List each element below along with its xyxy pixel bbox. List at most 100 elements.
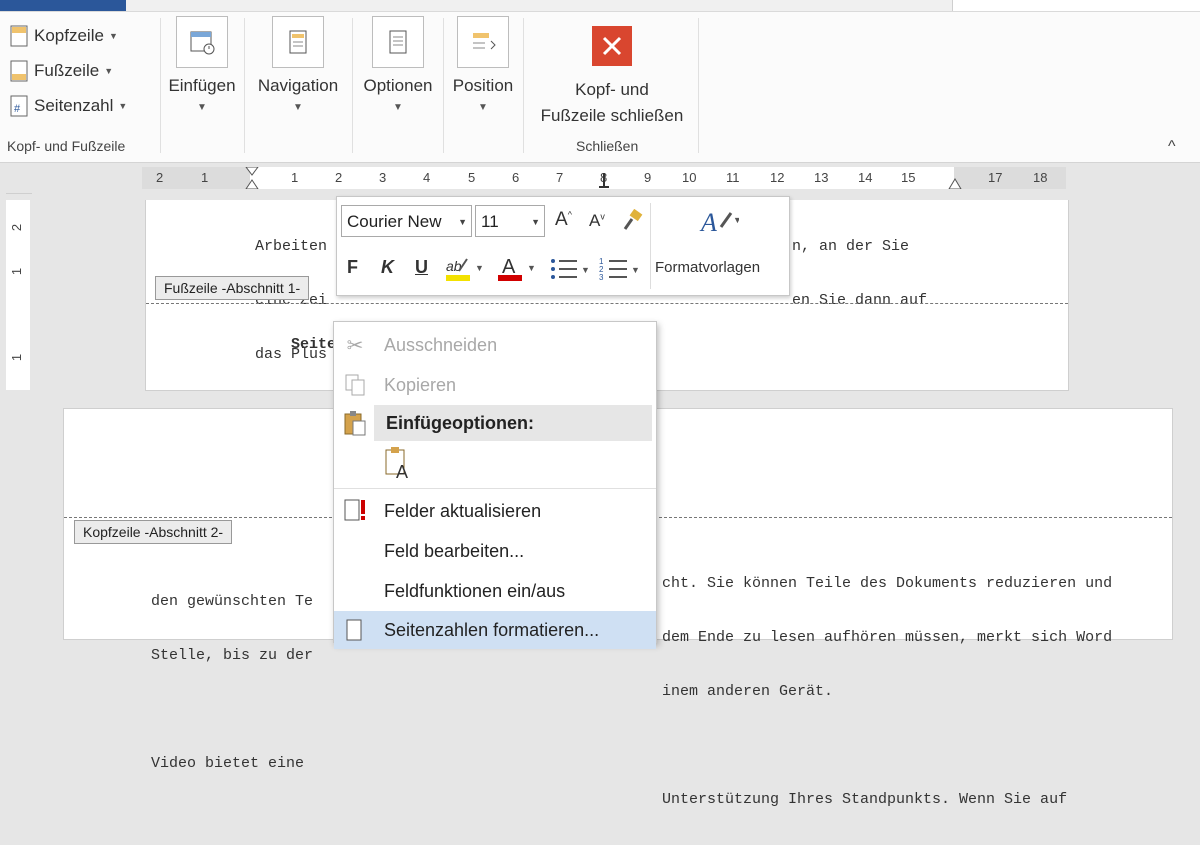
- ruler-tick: 10: [682, 170, 697, 185]
- text-line: Arbeiten: [255, 238, 328, 255]
- italic-button[interactable]: K: [381, 257, 394, 278]
- footer-separator: [146, 303, 1068, 304]
- options-button[interactable]: Optionen ▼: [356, 16, 440, 113]
- menu-item-label: Seitenzahlen formatieren...: [384, 619, 600, 640]
- body-text-right: n, an der Sie en Sie dann auf: [792, 202, 927, 346]
- update-fields-icon: [342, 497, 368, 525]
- svg-text:▼: ▼: [581, 265, 590, 275]
- position-icon: [457, 16, 509, 68]
- ruler-tick: 1: [201, 170, 209, 185]
- chevron-down-icon: ▼: [478, 102, 488, 113]
- svg-text:▼: ▼: [733, 215, 739, 225]
- underline-button[interactable]: U: [415, 257, 428, 278]
- vruler-tick: 1: [9, 353, 25, 362]
- font-size-combo[interactable]: 11 ▼: [475, 205, 545, 237]
- ruler-tick: 14: [858, 170, 873, 185]
- shrink-font-icon: Av: [589, 211, 605, 230]
- page-number-dropdown-button[interactable]: # Seitenzahl ▼: [10, 92, 127, 120]
- ruler-tick: 13: [814, 170, 829, 185]
- header-section-tag: Kopfzeile -Abschnitt 2-: [74, 520, 233, 544]
- menu-item-label: Feld bearbeiten...: [384, 540, 525, 561]
- ruler-tick: 7: [556, 170, 564, 185]
- ruler-tick: 9: [644, 170, 652, 185]
- bullets-icon: ▼: [551, 259, 590, 279]
- clipboard-icon: [342, 409, 368, 437]
- insert-button[interactable]: Einfügen ▼: [162, 16, 242, 113]
- group-divider: [443, 18, 444, 153]
- text-line: Unterstützung Ihres Standpunkts. Wenn Si…: [662, 791, 1068, 808]
- active-tab-accent[interactable]: [0, 0, 126, 11]
- svg-text:3: 3: [599, 273, 604, 282]
- body-text-right: cht. Sie können Teile des Dokuments redu…: [662, 539, 1112, 845]
- vruler-tick: 1: [9, 267, 25, 276]
- menu-item-label: Ausschneiden: [384, 334, 498, 355]
- numbering-button[interactable]: 1 2 3 ▼: [599, 255, 641, 289]
- menu-item-label: Felder aktualisieren: [384, 500, 542, 521]
- svg-text:A: A: [699, 208, 717, 237]
- menu-item-update-fields[interactable]: Felder aktualisieren: [334, 492, 656, 530]
- font-name-combo[interactable]: Courier New ▼: [341, 205, 472, 237]
- group-divider: [523, 18, 524, 153]
- bullets-button[interactable]: ▼: [549, 255, 591, 289]
- shrink-font-button[interactable]: Av: [589, 211, 605, 231]
- ruler-tick: 6: [512, 170, 520, 185]
- chevron-down-icon: ▼: [108, 31, 118, 41]
- footer-label: Fußzeile: [34, 61, 100, 80]
- copy-icon: [342, 371, 368, 399]
- right-indent-marker-icon[interactable]: [948, 175, 962, 194]
- ruler-tick: 12: [770, 170, 785, 185]
- text-line: Stelle, bis zu der: [151, 647, 314, 664]
- chevron-down-icon: ▼: [393, 102, 403, 113]
- footer-icon: [10, 60, 28, 82]
- ruler-tick: 1: [291, 170, 299, 185]
- font-color-button[interactable]: A ▼: [497, 253, 537, 289]
- indent-marker-icon[interactable]: [245, 166, 259, 194]
- bold-button[interactable]: F: [347, 257, 358, 278]
- page-number-label: Seitenzahl: [34, 96, 114, 115]
- paste-keep-text-only-button[interactable]: A: [382, 446, 418, 482]
- chevron-down-icon: ▼: [458, 217, 467, 227]
- position-button[interactable]: Position ▼: [446, 16, 520, 113]
- navigation-button[interactable]: Navigation ▼: [248, 16, 348, 113]
- group-divider: [698, 18, 699, 153]
- group-divider: [244, 18, 245, 153]
- styles-button[interactable]: A ▼: [699, 205, 742, 243]
- tab-strip: [0, 0, 1200, 12]
- font-color-icon: A ▼: [498, 256, 536, 281]
- menu-item-copy[interactable]: Kopieren: [334, 366, 656, 404]
- menu-item-toggle-field-codes[interactable]: Feldfunktionen ein/aus: [334, 572, 656, 610]
- position-label: Position: [452, 76, 514, 95]
- highlight-button[interactable]: ab ▼: [445, 253, 485, 289]
- chevron-down-icon: ▼: [197, 102, 207, 113]
- menu-item-cut[interactable]: ✂ Ausschneiden: [334, 326, 656, 364]
- ruler-tick: 4: [423, 170, 431, 185]
- close-group-label: Schließen: [576, 138, 639, 154]
- format-painter-icon: [623, 208, 643, 230]
- header-dropdown-button[interactable]: Kopfzeile ▼: [10, 22, 118, 50]
- vruler-tick: 2: [9, 223, 25, 232]
- menu-item-format-page-numbers[interactable]: Seitenzahlen formatieren...: [334, 611, 656, 649]
- text-line: en Sie dann auf: [792, 292, 928, 309]
- page-number-icon: #: [10, 95, 28, 117]
- ruler-tick: 18: [1033, 170, 1048, 185]
- highlighter-icon: ab ▼: [446, 258, 484, 281]
- collapse-ribbon-icon[interactable]: ^: [1168, 138, 1176, 156]
- ruler-bar[interactable]: 2 1 1 2 3 4 5 6 7 8 9 10 11 12 13 14 15 …: [142, 166, 1066, 190]
- format-painter-button[interactable]: [621, 208, 643, 239]
- options-icon: [372, 16, 424, 68]
- footer-section-tag: Fußzeile -Abschnitt 1-: [155, 276, 310, 300]
- grow-font-icon: A^: [555, 209, 572, 230]
- navigation-label: Navigation: [257, 76, 339, 95]
- menu-item-label: Kopieren: [384, 374, 457, 395]
- close-header-footer-button[interactable]: Kopf- und Fußzeile schließen: [528, 26, 696, 126]
- menu-divider: [334, 488, 656, 489]
- tab-stop-marker-icon[interactable]: [598, 173, 610, 194]
- footer-dropdown-button[interactable]: Fußzeile ▼: [10, 57, 113, 85]
- menu-item-edit-field[interactable]: Feld bearbeiten...: [334, 532, 656, 570]
- svg-text:A: A: [502, 256, 516, 278]
- svg-text:A: A: [396, 462, 408, 482]
- tell-me-search-box[interactable]: [952, 0, 1200, 11]
- grow-font-button[interactable]: A^: [555, 209, 572, 231]
- mini-toolbar: Courier New ▼ 11 ▼ A^ Av A ▼ Formatvorlag…: [336, 196, 790, 296]
- context-menu: ✂ Ausschneiden Kopieren Einfügeoptionen:…: [333, 321, 657, 649]
